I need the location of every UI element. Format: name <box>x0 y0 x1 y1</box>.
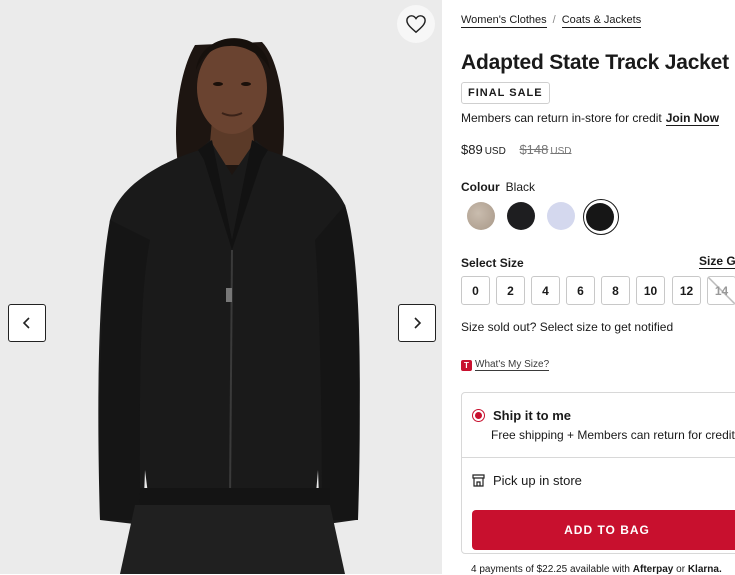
afterpay-label: Afterpay <box>632 564 674 575</box>
colour-swatch-beige[interactable] <box>467 202 495 230</box>
ship-to-me-option[interactable]: Ship it to me <box>472 408 571 423</box>
colour-swatch-black[interactable] <box>507 202 535 230</box>
fulfillment-options: Ship it to me Free shipping + Members ca… <box>461 392 735 554</box>
whats-my-size-link[interactable]: T What's My Size? <box>461 359 550 371</box>
breadcrumb-womens-clothes[interactable]: Women's Clothes <box>461 14 547 28</box>
divider <box>462 457 735 458</box>
colour-label-text: Colour <box>461 180 500 194</box>
chevron-right-icon <box>414 317 422 329</box>
add-to-bag-button[interactable]: ADD TO BAG <box>472 510 735 550</box>
size-option-0[interactable]: 0 <box>461 276 490 305</box>
final-sale-badge: FINAL SALE <box>461 82 550 104</box>
previous-image-button[interactable] <box>8 304 46 342</box>
product-image-gallery <box>0 0 442 574</box>
colour-swatch-black-selected[interactable] <box>586 203 614 231</box>
breadcrumb-separator: / <box>552 14 556 26</box>
size-option-6[interactable]: 6 <box>566 276 595 305</box>
chevron-left-icon <box>22 317 30 329</box>
whats-my-size-text: What's My Size? <box>475 359 550 371</box>
store-icon <box>472 474 485 487</box>
ship-to-me-label: Ship it to me <box>493 408 571 423</box>
member-return-note: Members can return in-store for credit Jo… <box>461 111 720 126</box>
select-size-label: Select Size <box>461 256 524 270</box>
price-row: $89 USD $148 USD <box>461 142 572 157</box>
product-info-panel: Women's Clothes / Coats & Jackets Adapted … <box>461 0 735 575</box>
join-now-link[interactable]: Join Now <box>665 111 720 126</box>
size-option-10[interactable]: 10 <box>636 276 665 305</box>
size-option-12[interactable]: 12 <box>672 276 701 305</box>
true-fit-icon: T <box>461 359 472 371</box>
breadcrumb-coats-jackets[interactable]: Coats & Jackets <box>561 14 642 28</box>
next-image-button[interactable] <box>398 304 436 342</box>
pick-up-in-store-option[interactable]: Pick up in store <box>472 473 582 488</box>
payments-text: 4 payments of $22.25 available with <box>471 564 630 575</box>
heart-icon <box>406 15 426 34</box>
size-option-4[interactable]: 4 <box>531 276 560 305</box>
member-return-text: Members can return in-store for credit <box>461 111 662 125</box>
klarna-label: Klarna. <box>687 564 722 575</box>
selected-colour: Black <box>505 180 536 194</box>
product-photo <box>0 0 442 574</box>
breadcrumb: Women's Clothes / Coats & Jackets <box>461 14 642 28</box>
add-to-wishlist-button[interactable] <box>397 5 435 43</box>
pick-up-in-store-label: Pick up in store <box>493 473 582 488</box>
sale-price: $89 <box>461 142 483 157</box>
size-option-8[interactable]: 8 <box>601 276 630 305</box>
installment-payments-note: 4 payments of $22.25 available with Afte… <box>471 564 722 575</box>
sale-price-currency: USD <box>484 146 506 157</box>
payments-or: or <box>676 564 686 575</box>
ship-to-me-note: Free shipping + Members can return for c… <box>491 428 735 442</box>
original-price: $148 USD <box>519 142 572 157</box>
size-option-14-soldout[interactable]: 14 <box>707 276 735 305</box>
size-option-2[interactable]: 2 <box>496 276 525 305</box>
radio-selected-icon <box>472 409 485 422</box>
colour-swatch-lavender[interactable] <box>547 202 575 230</box>
colour-label: Colour Black <box>461 180 535 194</box>
product-title: Adapted State Track Jacket <box>461 51 729 74</box>
size-guide-link[interactable]: Size G <box>699 254 735 269</box>
size-soldout-note: Size sold out? Select size to get notifi… <box>461 320 674 334</box>
